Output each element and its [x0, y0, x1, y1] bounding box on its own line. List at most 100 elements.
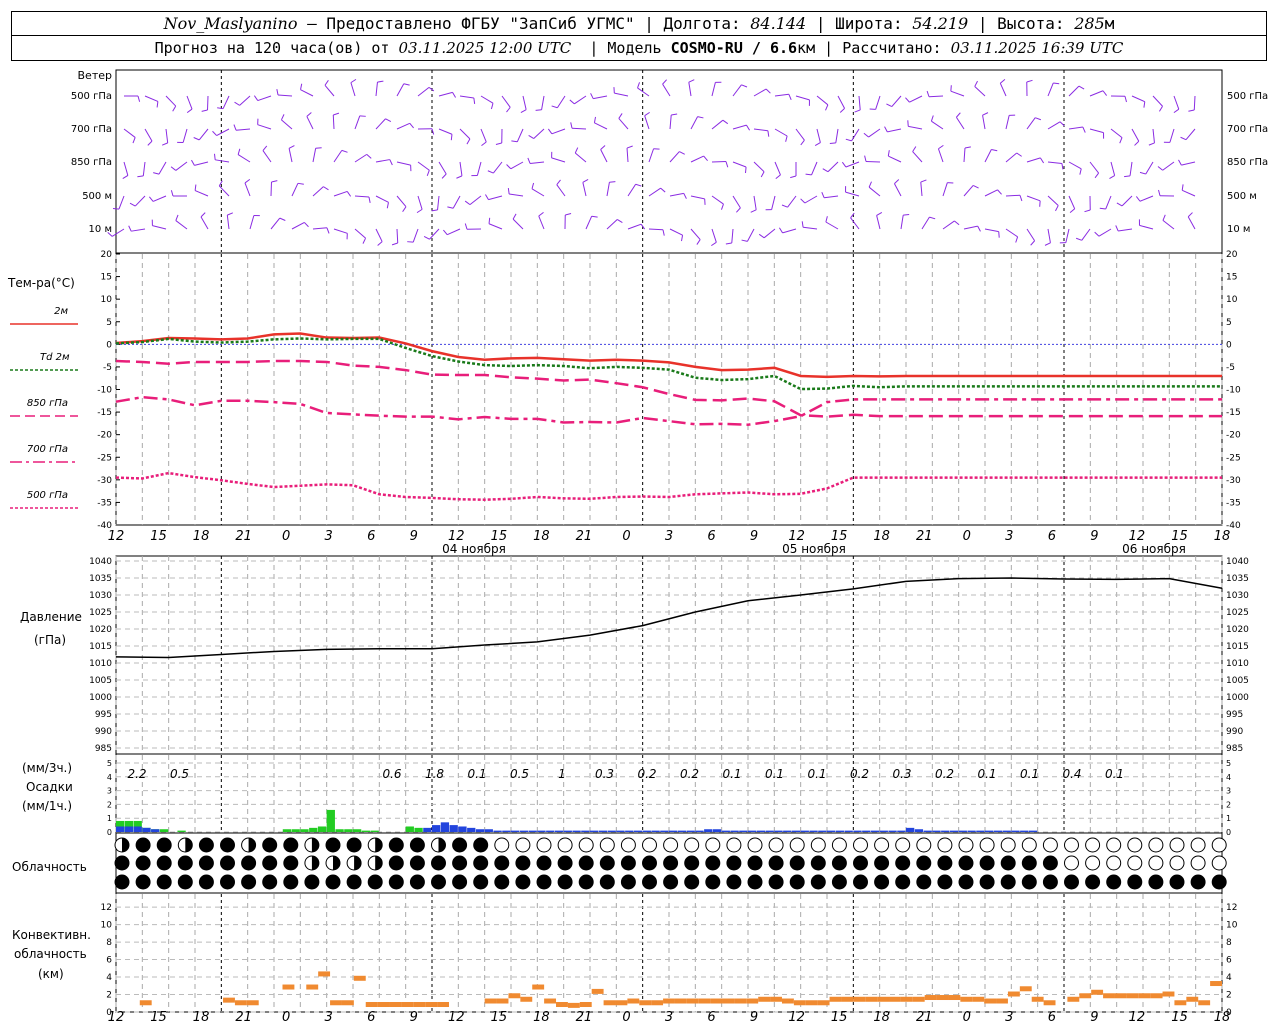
wind-barb: [928, 95, 944, 98]
snow-bar: [870, 830, 880, 832]
wind-barb: [711, 195, 724, 205]
snow-bar: [923, 830, 932, 832]
wind-barb-feather: [512, 213, 517, 220]
wind-barb: [774, 161, 781, 176]
cloud-symbol: [726, 837, 742, 853]
wind-barb-feather: [991, 149, 998, 152]
snow-bar: [1028, 830, 1038, 832]
wind-barb-feather: [132, 137, 136, 144]
prec-3h-label: 0.1: [467, 767, 486, 781]
wind-barb: [1139, 195, 1154, 202]
prec-3h-label: 0.3: [892, 767, 911, 781]
wind-barb-feather: [156, 101, 159, 108]
wind-barb: [556, 95, 566, 109]
wind-barb-feather: [590, 93, 594, 99]
cloud-symbol: [1190, 874, 1206, 890]
wind-barb: [1162, 219, 1175, 230]
conv-bar: [330, 1000, 342, 1006]
pres-tick: 990: [95, 727, 112, 737]
wind-barb-feather: [778, 227, 783, 234]
wind-barb: [1089, 161, 1100, 174]
wind-barb-feather: [662, 79, 668, 85]
snow-bar: [537, 830, 546, 832]
wind-barb-feather: [1143, 101, 1146, 108]
cloud-symbol: [684, 855, 700, 871]
cloud-symbol-half: [185, 838, 193, 853]
conv-tick: 6: [106, 956, 112, 966]
wind-barb-feather: [506, 107, 511, 113]
wind-barb: [1047, 195, 1059, 206]
wind-barb: [152, 195, 167, 202]
cloud-symbol: [388, 874, 404, 890]
conv-bar: [1210, 981, 1222, 987]
wind-barb: [1187, 216, 1196, 230]
hour-tick-label: 18: [873, 529, 890, 544]
snow-bar: [511, 830, 520, 832]
conv-bar: [627, 998, 640, 1004]
wind-barb-feather: [635, 183, 642, 187]
conv-bar: [722, 998, 735, 1004]
wind-barb-feather: [137, 95, 141, 102]
cloud-symbol: [895, 837, 911, 853]
wind-barb: [804, 195, 818, 204]
wind-barb-feather: [1015, 236, 1019, 243]
cloud-symbol: [599, 874, 615, 890]
wind-barb-feather: [194, 184, 197, 191]
wind-barb-feather: [490, 103, 494, 110]
wind-barb: [1193, 95, 1196, 111]
conv-bar: [734, 998, 747, 1004]
wind-barb-feather: [1173, 108, 1180, 114]
wind-barb: [312, 227, 327, 230]
wind-barb: [244, 182, 251, 197]
hour-tick-label-bottom: 9: [410, 1010, 418, 1024]
cloud-symbol: [1211, 874, 1227, 890]
wind-barb: [1005, 115, 1010, 130]
snow-bar: [528, 830, 537, 832]
wind-barb: [669, 115, 672, 130]
wind-barb-feather: [1162, 214, 1166, 221]
cloud-symbol: [620, 855, 636, 871]
wind-level-label: 700 гПа: [71, 124, 112, 135]
wind-barb: [237, 154, 251, 163]
wind-barb-feather: [954, 220, 960, 226]
wind-barb-feather: [538, 211, 544, 217]
snow-bar: [502, 830, 511, 832]
wind-barb-feather: [741, 239, 748, 242]
temp-tick-right: -30: [1226, 476, 1241, 486]
temp-legend-label: Td 2м: [40, 352, 70, 363]
wind-barb: [1026, 228, 1036, 242]
wind-barb-feather: [696, 239, 701, 245]
cloud-symbol: [1106, 855, 1122, 871]
wind-barb-feather: [671, 113, 678, 116]
wind-barb: [875, 95, 881, 110]
conv-bar: [984, 998, 997, 1004]
temp-tick: -25: [97, 453, 112, 463]
wind-barb-feather: [618, 113, 623, 119]
hour-tick-label-bottom: 15: [491, 1010, 508, 1024]
cloud-symbol: [114, 855, 130, 871]
rain-bar: [291, 829, 300, 832]
cloud-symbol-half: [122, 838, 129, 852]
cloud-symbol: [853, 837, 868, 853]
temp-tick: -20: [97, 431, 112, 441]
wind-barb: [984, 149, 992, 163]
cloud-symbol: [409, 855, 425, 871]
wind-barb: [900, 215, 904, 230]
snow-bar: [651, 830, 660, 832]
wind-barb-feather: [894, 179, 900, 185]
conv-bar: [960, 996, 973, 1002]
wind-barb-feather: [402, 206, 407, 212]
snow-bar: [774, 830, 783, 832]
cloud-symbol: [1127, 837, 1143, 853]
snow-bar: [756, 830, 766, 832]
wind-barb-feather: [234, 101, 240, 106]
cloud-symbol: [1190, 837, 1206, 853]
wind-barb-feather: [1082, 126, 1086, 133]
wind-barb: [669, 228, 683, 236]
wind-barb-feather: [233, 124, 237, 131]
cloud-symbol: [895, 855, 911, 871]
wind-barb: [688, 82, 692, 97]
wind-barb-feather: [279, 217, 286, 221]
hour-tick-label-bottom: 18: [533, 1010, 550, 1024]
hour-tick-label-bottom: 18: [873, 1010, 890, 1024]
